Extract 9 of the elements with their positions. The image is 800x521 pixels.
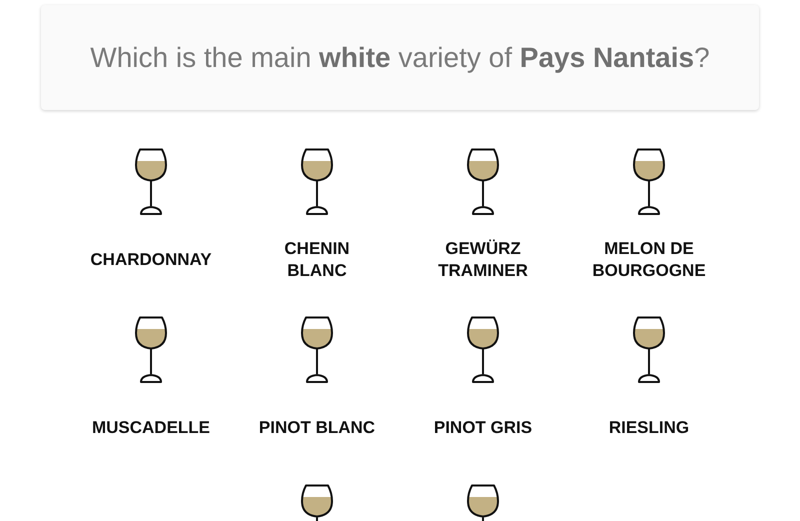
question-text: Which is the main white variety of Pays Nantais? [90,42,710,74]
grape-variety-option[interactable]: MUSCADELLE [92,416,210,440]
grape-variety-option[interactable]: CHENIN BLANC [284,238,350,282]
grape-variety-option[interactable]: MELON DE BOURGOGNE [592,238,706,282]
grape-variety-option[interactable]: PINOT BLANC [258,416,376,440]
grape-variety-option[interactable]: PINOT GRIS [434,416,532,440]
grape-variety-option[interactable]: CHARDONNAY [90,248,212,272]
grape-variety-option[interactable]: RIESLING [608,416,690,440]
grape-variety-option[interactable]: GEWÜRZ TRAMINER [438,238,528,282]
